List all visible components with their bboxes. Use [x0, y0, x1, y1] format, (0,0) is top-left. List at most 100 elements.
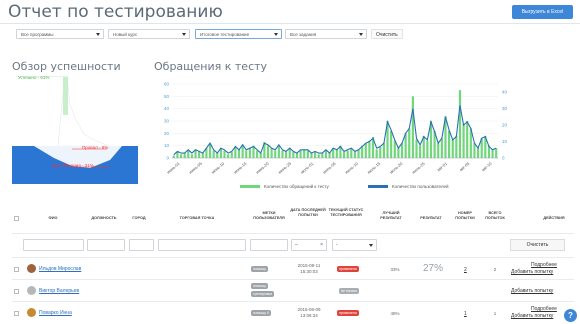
column-header-tags[interactable]: Метки пользователя: [250, 211, 288, 221]
chevron-down-icon: [274, 33, 278, 36]
chart-bar: [350, 148, 353, 158]
chart-bar: [404, 133, 407, 158]
y-tick-label-left: 10: [164, 143, 170, 148]
x-tick-label: авг-10: [481, 160, 494, 172]
clear-table-filters-button[interactable]: Очистить: [510, 239, 565, 251]
overview-title: Обзор успешности: [12, 60, 121, 73]
chevron-down-icon: [369, 244, 373, 247]
date-clear-icon[interactable]: ×: [320, 242, 323, 248]
add-attempt-link[interactable]: Добавить попытку: [511, 288, 553, 294]
chart-bar: [419, 145, 422, 158]
chart-bar: [455, 135, 458, 158]
course-select[interactable]: Новый курс: [108, 29, 190, 39]
chart-bar: [212, 150, 215, 158]
select-all-checkbox[interactable]: [14, 216, 19, 221]
chart-bar: [187, 150, 190, 158]
details-link[interactable]: Подробнее: [531, 262, 557, 268]
chart-bar: [375, 149, 378, 158]
legend-item-requests: Количество обращений к тесту: [240, 184, 329, 189]
chart-bar: [292, 151, 295, 158]
row-checkbox[interactable]: [14, 289, 19, 294]
city-filter-input[interactable]: [129, 239, 154, 251]
chart-bar: [288, 148, 291, 158]
last-attempt-time: 13:06:34: [300, 313, 318, 318]
position-filter-input[interactable]: [87, 239, 125, 251]
chart-bar: [281, 150, 284, 158]
chart-bar: [299, 150, 302, 158]
x-tick-label: июнь-20: [255, 160, 271, 174]
y-tick-label-left: 40: [164, 106, 170, 111]
row-divider: [12, 279, 574, 280]
add-attempt-link[interactable]: Добавить попытку: [511, 313, 553, 319]
chart-bar: [426, 140, 429, 158]
chart-bar: [495, 148, 498, 158]
date-filter-input[interactable]: – ×: [291, 239, 327, 251]
chart-bar: [198, 151, 201, 158]
task-select[interactable]: Все задания: [285, 29, 367, 39]
chart-bar: [248, 148, 251, 158]
chart-bar: [321, 153, 324, 158]
column-header-store[interactable]: Торговая точка: [165, 216, 229, 221]
row-checkbox[interactable]: [14, 267, 19, 272]
chart-bar: [277, 145, 280, 158]
success-label: Успешно - 61%: [18, 75, 50, 80]
user-tag: тренировки: [251, 291, 275, 297]
store-filter-input[interactable]: [158, 239, 246, 251]
avatar: [27, 308, 36, 317]
help-button[interactable]: ?: [564, 309, 577, 322]
fail-label: Провал - 8%: [82, 145, 109, 150]
chart-bar: [227, 154, 230, 158]
status-filter-select[interactable]: -: [332, 239, 377, 251]
column-header-date[interactable]: Дата последней попытки: [290, 208, 326, 218]
user-tag: помощь: [251, 283, 269, 289]
last-attempt-date: 2015-08-11: [297, 263, 321, 268]
chart-bar: [313, 151, 317, 158]
user-name-link[interactable]: Виктор Валерьев: [39, 288, 79, 294]
chart-bar: [172, 155, 175, 158]
column-header-attempt[interactable]: Номер попытки: [452, 211, 478, 221]
details-link[interactable]: Подробнее: [531, 306, 557, 312]
user-name-link[interactable]: Ильдов Мирослав: [39, 266, 81, 272]
chart-bar: [324, 150, 328, 158]
test-select[interactable]: Итоговое тестирование: [195, 29, 282, 39]
column-header-best[interactable]: Лучший результат: [375, 211, 407, 221]
x-tick-label: июль-10: [344, 160, 360, 174]
y-tick-label-right: 0: [502, 156, 505, 161]
chart-bar: [317, 154, 320, 158]
export-excel-button[interactable]: Выгрузить в Excel: [512, 5, 573, 19]
header-divider: [0, 23, 580, 24]
add-attempt-link[interactable]: Добавить попытку: [511, 269, 553, 275]
column-header-city[interactable]: Город: [128, 216, 150, 221]
chart-bar: [256, 150, 259, 158]
attempt-number-link[interactable]: 2: [464, 267, 467, 273]
column-header-result[interactable]: Результат: [414, 216, 448, 221]
row-checkbox[interactable]: [14, 311, 19, 316]
chevron-down-icon: [182, 33, 186, 36]
chart-bar: [390, 130, 393, 158]
column-header-position[interactable]: Должность: [86, 216, 122, 221]
user-name-link[interactable]: Поварко Инна: [39, 310, 72, 316]
column-header-status[interactable]: Текущий статус тестирования: [326, 208, 366, 218]
chart-bar: [230, 151, 233, 158]
name-filter-input[interactable]: [23, 239, 84, 251]
chart-bar: [234, 146, 237, 158]
attempt-number-link[interactable]: 1: [464, 311, 467, 317]
chart-bar: [335, 149, 338, 158]
user-tag: помощь 0: [251, 310, 272, 316]
result-value: 27%: [422, 263, 443, 274]
chart-bar: [223, 150, 226, 158]
clear-filters-button[interactable]: Очистить: [371, 29, 403, 39]
program-select[interactable]: Все программы: [16, 29, 104, 39]
column-header-name[interactable]: ФИО: [40, 216, 66, 221]
column-header-total[interactable]: Всего попыток: [480, 211, 510, 221]
chart-bar: [379, 146, 382, 158]
chart-bar: [462, 123, 465, 158]
avatar: [27, 264, 36, 273]
chart-bar: [237, 149, 241, 158]
date-filter-dash: –: [295, 242, 298, 248]
total-attempts: 1: [493, 311, 497, 316]
tags-filter-input[interactable]: [250, 239, 288, 251]
y-tick-label-left: 60: [164, 82, 170, 87]
chart-bar: [201, 153, 204, 158]
chart-bar: [437, 143, 440, 158]
